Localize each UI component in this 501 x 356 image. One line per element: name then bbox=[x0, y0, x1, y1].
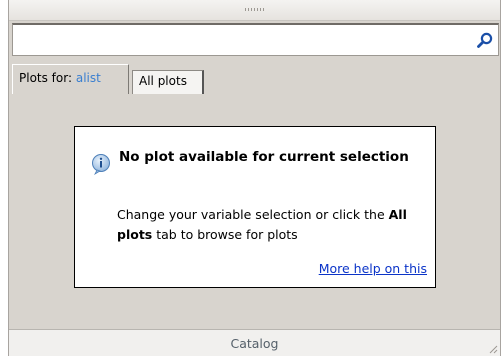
catalog-bar[interactable]: Catalog bbox=[9, 329, 500, 356]
search-box bbox=[12, 23, 499, 56]
more-help-link[interactable]: More help on this bbox=[319, 261, 427, 276]
grip-handle-icon[interactable] bbox=[244, 8, 265, 11]
search-icon[interactable] bbox=[476, 31, 494, 49]
no-plot-message-box: No plot available for current selection … bbox=[74, 126, 436, 288]
info-icon bbox=[92, 154, 110, 175]
catalog-label[interactable]: Catalog bbox=[9, 336, 500, 351]
drag-grip[interactable] bbox=[9, 0, 500, 21]
search-input[interactable] bbox=[16, 27, 470, 54]
tab-all-plots-label: All plots bbox=[139, 74, 187, 88]
tab-plots-for-prefix: Plots for: bbox=[19, 71, 76, 85]
message-body-start: Change your variable selection or click … bbox=[117, 207, 389, 222]
message-body: Change your variable selection or click … bbox=[117, 205, 429, 245]
resize-grip-icon[interactable] bbox=[488, 344, 498, 354]
message-body-end: tab to browse for plots bbox=[152, 227, 298, 242]
tab-plots-for-variable: alist bbox=[75, 71, 101, 85]
tab-plots-for[interactable]: Plots for: alist bbox=[12, 64, 129, 94]
tab-all-plots[interactable]: All plots bbox=[132, 70, 204, 94]
message-title: No plot available for current selection bbox=[119, 149, 409, 165]
